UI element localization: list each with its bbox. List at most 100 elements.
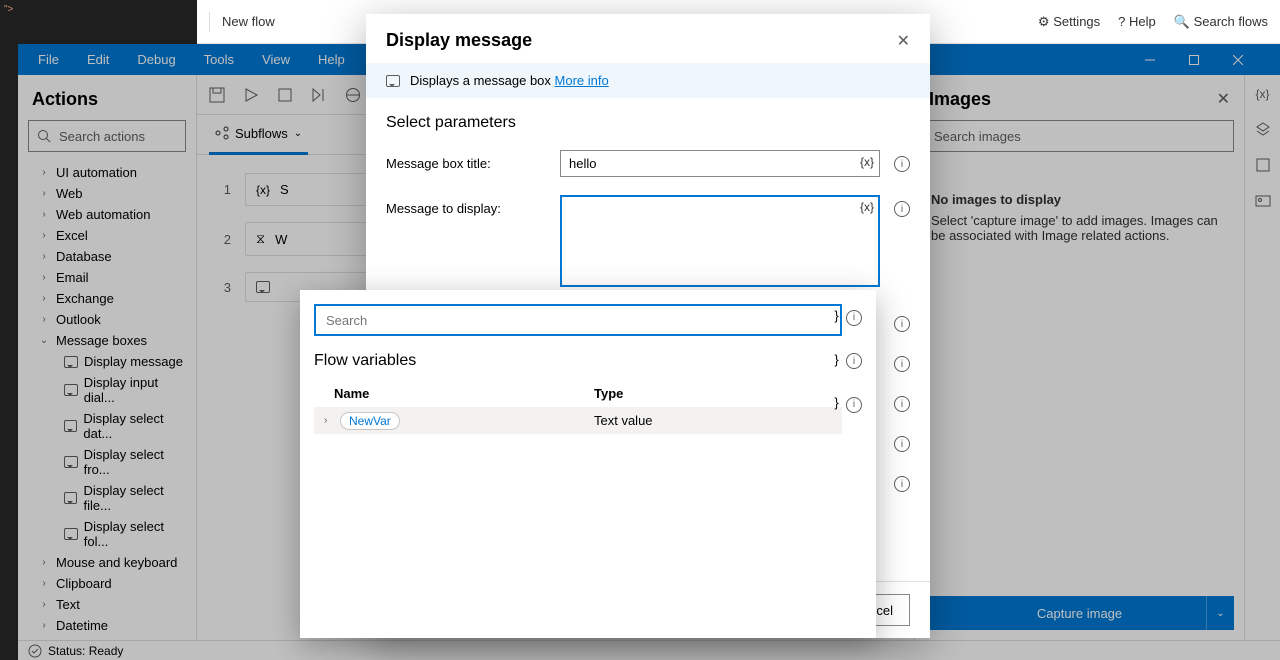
capture-image-button[interactable]: Capture image ⌄ <box>925 596 1234 630</box>
tree-item[interactable]: Display select fro... <box>18 444 196 480</box>
tree-group[interactable]: ›Web <box>18 183 196 204</box>
tree-group[interactable]: ›Datetime <box>18 615 196 630</box>
images-search-input[interactable]: Search images <box>925 120 1234 152</box>
message-icon <box>64 384 78 396</box>
label-message-to-display: Message to display: <box>386 195 546 216</box>
chevron-down-icon: ⌄ <box>294 128 302 139</box>
info-icon[interactable]: i <box>894 201 910 217</box>
chevron-right-icon: › <box>324 415 340 426</box>
menu-edit[interactable]: Edit <box>87 52 109 67</box>
info-icon[interactable]: i <box>894 356 910 372</box>
window-minimize-button[interactable] <box>1128 44 1172 75</box>
insert-variable-button[interactable]: {x} <box>860 155 874 169</box>
subflow-icon <box>215 126 229 140</box>
close-panel-button[interactable]: ✕ <box>1217 89 1230 109</box>
step-icon[interactable] <box>311 87 327 103</box>
info-icon[interactable]: i <box>846 397 862 413</box>
info-icon[interactable]: i <box>894 396 910 412</box>
dialog-title: Display message <box>386 30 532 51</box>
tree-item[interactable]: Display select dat... <box>18 408 196 444</box>
images-empty-message: No images to display Select 'capture ima… <box>925 162 1234 273</box>
variable-search-input[interactable] <box>314 304 842 336</box>
message-to-display-input[interactable] <box>560 195 880 287</box>
help-button[interactable]: ? Help <box>1118 14 1156 29</box>
menu-help[interactable]: Help <box>318 52 345 67</box>
image-icon[interactable] <box>1255 193 1271 209</box>
subflows-dropdown[interactable]: Subflows ⌄ <box>209 115 308 155</box>
insert-variable-button[interactable]: {x} <box>860 200 874 214</box>
menu-view[interactable]: View <box>262 52 290 67</box>
right-rail: {x} <box>1244 75 1280 640</box>
message-icon <box>256 281 270 293</box>
save-icon[interactable] <box>209 87 225 103</box>
images-title: Images <box>925 85 1234 120</box>
screenshot-icon[interactable] <box>1255 157 1271 173</box>
capture-image-split-button[interactable]: ⌄ <box>1206 596 1234 630</box>
section-title: Select parameters <box>386 114 910 132</box>
info-icon[interactable]: i <box>894 436 910 452</box>
variable-picker-popup: Flow variables Name Type › NewVar Text v… <box>300 290 876 638</box>
tree-group[interactable]: ›Exchange <box>18 288 196 309</box>
info-icon[interactable]: i <box>894 156 910 172</box>
dialog-info-banner: Displays a message box More info <box>366 63 930 98</box>
label-message-box-title: Message box title: <box>386 150 546 171</box>
variable-row[interactable]: › NewVar Text value <box>314 407 842 434</box>
message-icon <box>386 75 400 87</box>
variable-table: Name Type › NewVar Text value <box>314 380 842 434</box>
menu-file[interactable]: File <box>38 52 59 67</box>
images-panel: ✕ Images Search images No images to disp… <box>914 75 1244 640</box>
window-close-button[interactable] <box>1216 44 1260 75</box>
window-maximize-button[interactable] <box>1172 44 1216 75</box>
tree-item[interactable]: Display select fol... <box>18 516 196 552</box>
info-icon[interactable]: i <box>894 476 910 492</box>
col-type-header: Type <box>594 386 623 401</box>
stop-icon[interactable] <box>277 87 293 103</box>
status-text: Status: Ready <box>48 644 123 658</box>
tree-group[interactable]: ›Excel <box>18 225 196 246</box>
search-icon <box>37 129 51 143</box>
status-bar: Status: Ready <box>18 640 1280 660</box>
info-icon[interactable]: i <box>894 316 910 332</box>
message-icon <box>64 492 77 504</box>
tree-group[interactable]: ›Email <box>18 267 196 288</box>
menu-debug[interactable]: Debug <box>137 52 175 67</box>
actions-tree: ›UI automation ›Web ›Web automation ›Exc… <box>18 162 196 630</box>
actions-panel: Actions Search actions ›UI automation ›W… <box>18 75 197 640</box>
tree-group[interactable]: ›Text <box>18 594 196 615</box>
message-box-title-input[interactable] <box>560 150 880 177</box>
message-icon <box>64 528 78 540</box>
tree-group[interactable]: ›UI automation <box>18 162 196 183</box>
tree-group[interactable]: ›Web automation <box>18 204 196 225</box>
tree-group[interactable]: ›Outlook <box>18 309 196 330</box>
variable-type: Text value <box>594 413 653 428</box>
col-name-header: Name <box>334 386 594 401</box>
tree-item[interactable]: Display select file... <box>18 480 196 516</box>
tree-group[interactable]: ›Database <box>18 246 196 267</box>
tree-item[interactable]: Display input dial... <box>18 372 196 408</box>
new-flow-label[interactable]: New flow <box>222 14 275 29</box>
chevron-down-icon: ⌄ <box>1216 608 1224 619</box>
menu-tools[interactable]: Tools <box>204 52 234 67</box>
variables-icon[interactable]: {x} <box>1255 87 1269 101</box>
variable-name-badge: NewVar <box>340 412 400 430</box>
tree-item-display-message[interactable]: Display message <box>18 351 196 372</box>
message-icon <box>64 356 78 368</box>
flow-variables-heading: Flow variables <box>314 352 862 370</box>
search-flows-button[interactable]: 🔍 Search flows <box>1174 14 1268 30</box>
message-icon <box>64 456 78 468</box>
run-icon[interactable] <box>243 87 259 103</box>
settings-button[interactable]: ⚙ Settings <box>1038 14 1100 30</box>
more-info-link[interactable]: More info <box>555 73 609 88</box>
tree-group-message-boxes[interactable]: ⌄Message boxes <box>18 330 196 351</box>
status-ok-icon <box>28 644 42 658</box>
tree-group[interactable]: ›Mouse and keyboard <box>18 552 196 573</box>
actions-title: Actions <box>18 85 196 120</box>
tree-group[interactable]: ›Clipboard <box>18 573 196 594</box>
actions-search-input[interactable]: Search actions <box>28 120 186 152</box>
dialog-close-button[interactable]: ✕ <box>897 31 910 51</box>
layers-icon[interactable] <box>1255 121 1271 137</box>
info-icon[interactable]: i <box>846 310 862 326</box>
message-icon <box>64 420 77 432</box>
info-icon[interactable]: i <box>846 353 862 369</box>
web-icon[interactable] <box>345 87 361 103</box>
